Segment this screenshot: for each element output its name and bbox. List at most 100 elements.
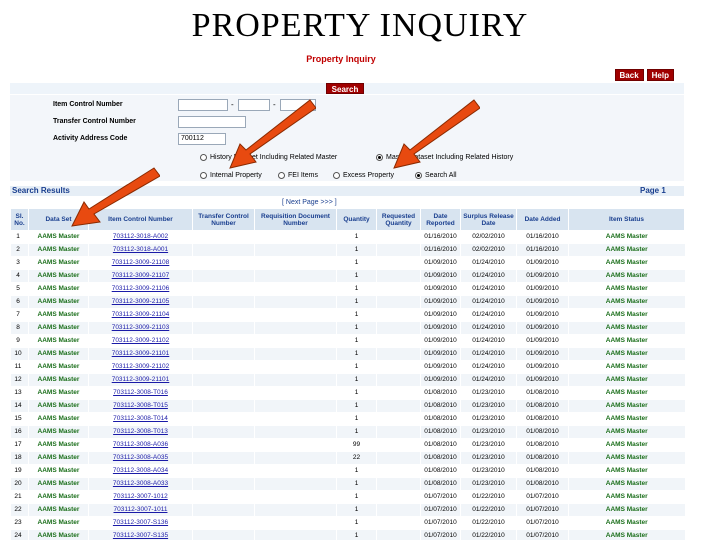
radio-button[interactable] [200, 154, 207, 161]
col-header-item-status[interactable]: Item Status [568, 208, 685, 231]
cell-requested-quantity [376, 269, 421, 283]
next-page-link[interactable]: [ Next Page >>> ] [282, 199, 337, 206]
cell-sl-no: 2 [10, 243, 29, 257]
col-header-requested-quantity[interactable]: Requested Quantity [376, 208, 421, 231]
col-header-sl-no[interactable]: Sl. No. [10, 208, 29, 231]
cell-quantity: 1 [336, 243, 377, 257]
item-control-field-3[interactable] [280, 99, 316, 111]
cell-item-control-number[interactable]: 703112-3009-21107 [88, 269, 193, 283]
cell-item-status: AAMS Master [568, 438, 685, 452]
item-control-field-2[interactable] [238, 99, 270, 111]
cell-requisition-document-number [254, 321, 337, 335]
radio-button[interactable] [415, 172, 422, 179]
col-header-date-added[interactable]: Date Added [516, 208, 569, 231]
search-button[interactable]: Search [326, 83, 364, 94]
col-header-item-control-number[interactable]: Item Control Number [88, 208, 193, 231]
radio-internal[interactable]: Internal Property [200, 172, 262, 179]
item-control-field-1[interactable] [178, 99, 228, 111]
cell-item-control-number[interactable]: 703112-3018-A001 [88, 243, 193, 257]
col-header-transfer-control-number[interactable]: Transfer Control Number [192, 208, 255, 231]
col-header-date-reported[interactable]: Date Reported [420, 208, 461, 231]
cell-data-set: AAMS Master [28, 347, 89, 361]
radio-button[interactable] [200, 172, 207, 179]
cell-data-set: AAMS Master [28, 308, 89, 322]
cell-item-control-number[interactable]: 703112-3009-21101 [88, 373, 193, 387]
table-row: 19 AAMS Master 703112-3008-A034 1 01/08/2010… [10, 464, 685, 478]
aac-field[interactable]: 700112 [178, 133, 226, 145]
cell-item-control-number[interactable]: 703112-3009-21108 [88, 256, 193, 270]
back-button[interactable]: Back [614, 69, 644, 81]
cell-item-control-number[interactable]: 703112-3007-S135 [88, 529, 193, 540]
cell-item-control-number[interactable]: 703112-3008-A035 [88, 451, 193, 465]
col-header-data-set[interactable]: Data Set [28, 208, 89, 231]
cell-surplus-release-date: 01/23/2010 [460, 451, 517, 465]
help-button[interactable]: Help [646, 69, 674, 81]
cell-sl-no: 8 [10, 321, 29, 335]
cell-item-control-number[interactable]: 703112-3007-1011 [88, 503, 193, 517]
cell-item-control-number[interactable]: 703112-3008-T014 [88, 412, 193, 426]
cell-item-control-number[interactable]: 703112-3008-A034 [88, 464, 193, 478]
cell-item-control-number[interactable]: 703112-3009-21101 [88, 347, 193, 361]
cell-quantity: 1 [336, 321, 377, 335]
cell-item-status: AAMS Master [568, 412, 685, 426]
cell-transfer-control-number [192, 308, 255, 322]
cell-date-reported: 01/07/2010 [420, 516, 461, 530]
cell-surplus-release-date: 01/24/2010 [460, 347, 517, 361]
radio-history[interactable]: History Dataset Including Related Master [200, 154, 337, 161]
cell-item-control-number[interactable]: 703112-3007-1012 [88, 490, 193, 504]
transfer-control-field[interactable] [178, 116, 246, 128]
cell-item-control-number[interactable]: 703112-3009-21103 [88, 321, 193, 335]
cell-item-control-number[interactable]: 703112-3007-S136 [88, 516, 193, 530]
cell-data-set: AAMS Master [28, 360, 89, 374]
cell-date-reported: 01/09/2010 [420, 373, 461, 387]
radio-search-all[interactable]: Search All [415, 172, 457, 179]
radio-button[interactable] [376, 154, 383, 161]
cell-item-control-number[interactable]: 703112-3009-21106 [88, 282, 193, 296]
cell-date-reported: 01/07/2010 [420, 503, 461, 517]
cell-date-added: 01/08/2010 [516, 464, 569, 478]
radio-master[interactable]: Master Dataset Including Related History [376, 154, 513, 161]
cell-data-set: AAMS Master [28, 243, 89, 257]
table-row: 24 AAMS Master 703112-3007-S135 1 01/07/2010… [10, 529, 685, 540]
cell-surplus-release-date: 01/22/2010 [460, 503, 517, 517]
radio-excess[interactable]: Excess Property [333, 172, 394, 179]
cell-item-control-number[interactable]: 703112-3008-T016 [88, 386, 193, 400]
cell-date-added: 01/09/2010 [516, 373, 569, 387]
cell-item-control-number[interactable]: 703112-3009-21102 [88, 360, 193, 374]
table-row: 18 AAMS Master 703112-3008-A035 22 01/08/201… [10, 451, 685, 465]
cell-data-set: AAMS Master [28, 230, 89, 244]
dash-separator: - [273, 100, 276, 109]
cell-item-control-number[interactable]: 703112-3009-21104 [88, 308, 193, 322]
col-header-requisition-document-number[interactable]: Requisition Document Number [254, 208, 337, 231]
radio-fei[interactable]: FEI Items [278, 172, 318, 179]
cell-date-reported: 01/08/2010 [420, 425, 461, 439]
cell-date-reported: 01/08/2010 [420, 464, 461, 478]
cell-requested-quantity [376, 243, 421, 257]
cell-item-status: AAMS Master [568, 425, 685, 439]
col-header-surplus-release-date[interactable]: Surplus Release Date [460, 208, 517, 231]
cell-item-control-number[interactable]: 703112-3008-T013 [88, 425, 193, 439]
table-header-row: Sl. No. Data Set Item Control Number Tra… [10, 208, 685, 231]
cell-quantity: 1 [336, 295, 377, 309]
cell-requested-quantity [376, 321, 421, 335]
slide-title: PROPERTY INQUIRY [191, 7, 529, 44]
radio-button[interactable] [278, 172, 285, 179]
radio-excess-label: Excess Property [343, 172, 394, 179]
cell-date-added: 01/09/2010 [516, 256, 569, 270]
cell-item-control-number[interactable]: 703112-3008-A033 [88, 477, 193, 491]
cell-item-control-number[interactable]: 703112-3009-21102 [88, 334, 193, 348]
cell-data-set: AAMS Master [28, 386, 89, 400]
cell-sl-no: 21 [10, 490, 29, 504]
radio-button[interactable] [333, 172, 340, 179]
cell-requested-quantity [376, 295, 421, 309]
cell-quantity: 1 [336, 334, 377, 348]
cell-data-set: AAMS Master [28, 399, 89, 413]
cell-item-control-number[interactable]: 703112-3008-T015 [88, 399, 193, 413]
cell-item-control-number[interactable]: 703112-3009-21105 [88, 295, 193, 309]
cell-item-control-number[interactable]: 703112-3008-A036 [88, 438, 193, 452]
cell-date-added: 01/08/2010 [516, 386, 569, 400]
cell-date-added: 01/09/2010 [516, 347, 569, 361]
cell-item-control-number[interactable]: 703112-3018-A002 [88, 230, 193, 244]
col-header-quantity[interactable]: Quantity [336, 208, 377, 231]
cell-transfer-control-number [192, 412, 255, 426]
